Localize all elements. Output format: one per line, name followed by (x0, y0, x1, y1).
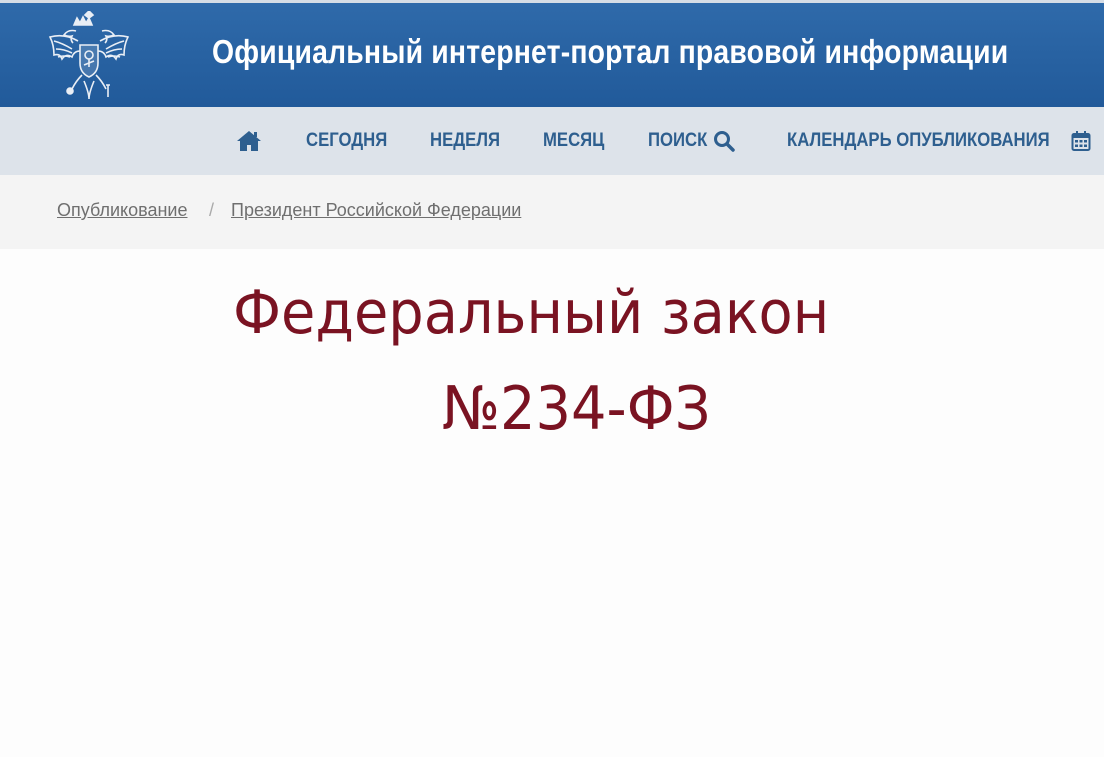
law-number: №234-ФЗ (442, 374, 711, 444)
nav-month-label: МЕСЯЦ (543, 130, 605, 151)
nav-search[interactable]: ПОИСК (648, 107, 736, 175)
breadcrumb-link-president[interactable]: Президент Российской Федерации (231, 200, 521, 221)
nav-search-label: ПОИСК (648, 130, 708, 151)
search-icon (713, 130, 736, 152)
nav-week-label: НЕДЕЛЯ (430, 130, 501, 151)
breadcrumb-separator: / (209, 200, 215, 220)
nav-month[interactable]: МЕСЯЦ (543, 107, 613, 175)
nav-today-label: СЕГОДНЯ (306, 130, 388, 151)
main-nav: СЕГОДНЯ НЕДЕЛЯ МЕСЯЦ ПОИСК КАЛЕНДАРЬ ОПУ… (0, 107, 1104, 175)
breadcrumb-link-publication[interactable]: Опубликование (57, 200, 187, 221)
calendar-icon (1071, 130, 1091, 152)
home-icon[interactable] (236, 130, 262, 152)
page-title: Федеральный закон (233, 278, 830, 348)
site-title[interactable]: Официальный интернет-портал правовой инф… (212, 33, 1008, 71)
nav-calendar[interactable]: КАЛЕНДАРЬ ОПУБЛИКОВАНИЯ (787, 107, 1091, 175)
site-header: Официальный интернет-портал правовой инф… (0, 0, 1104, 107)
nav-today[interactable]: СЕГОДНЯ (306, 107, 398, 175)
nav-home[interactable] (236, 107, 262, 175)
nav-calendar-label: КАЛЕНДАРЬ ОПУБЛИКОВАНИЯ (787, 130, 1050, 151)
emblem-icon[interactable] (44, 9, 134, 103)
nav-week[interactable]: НЕДЕЛЯ (430, 107, 510, 175)
